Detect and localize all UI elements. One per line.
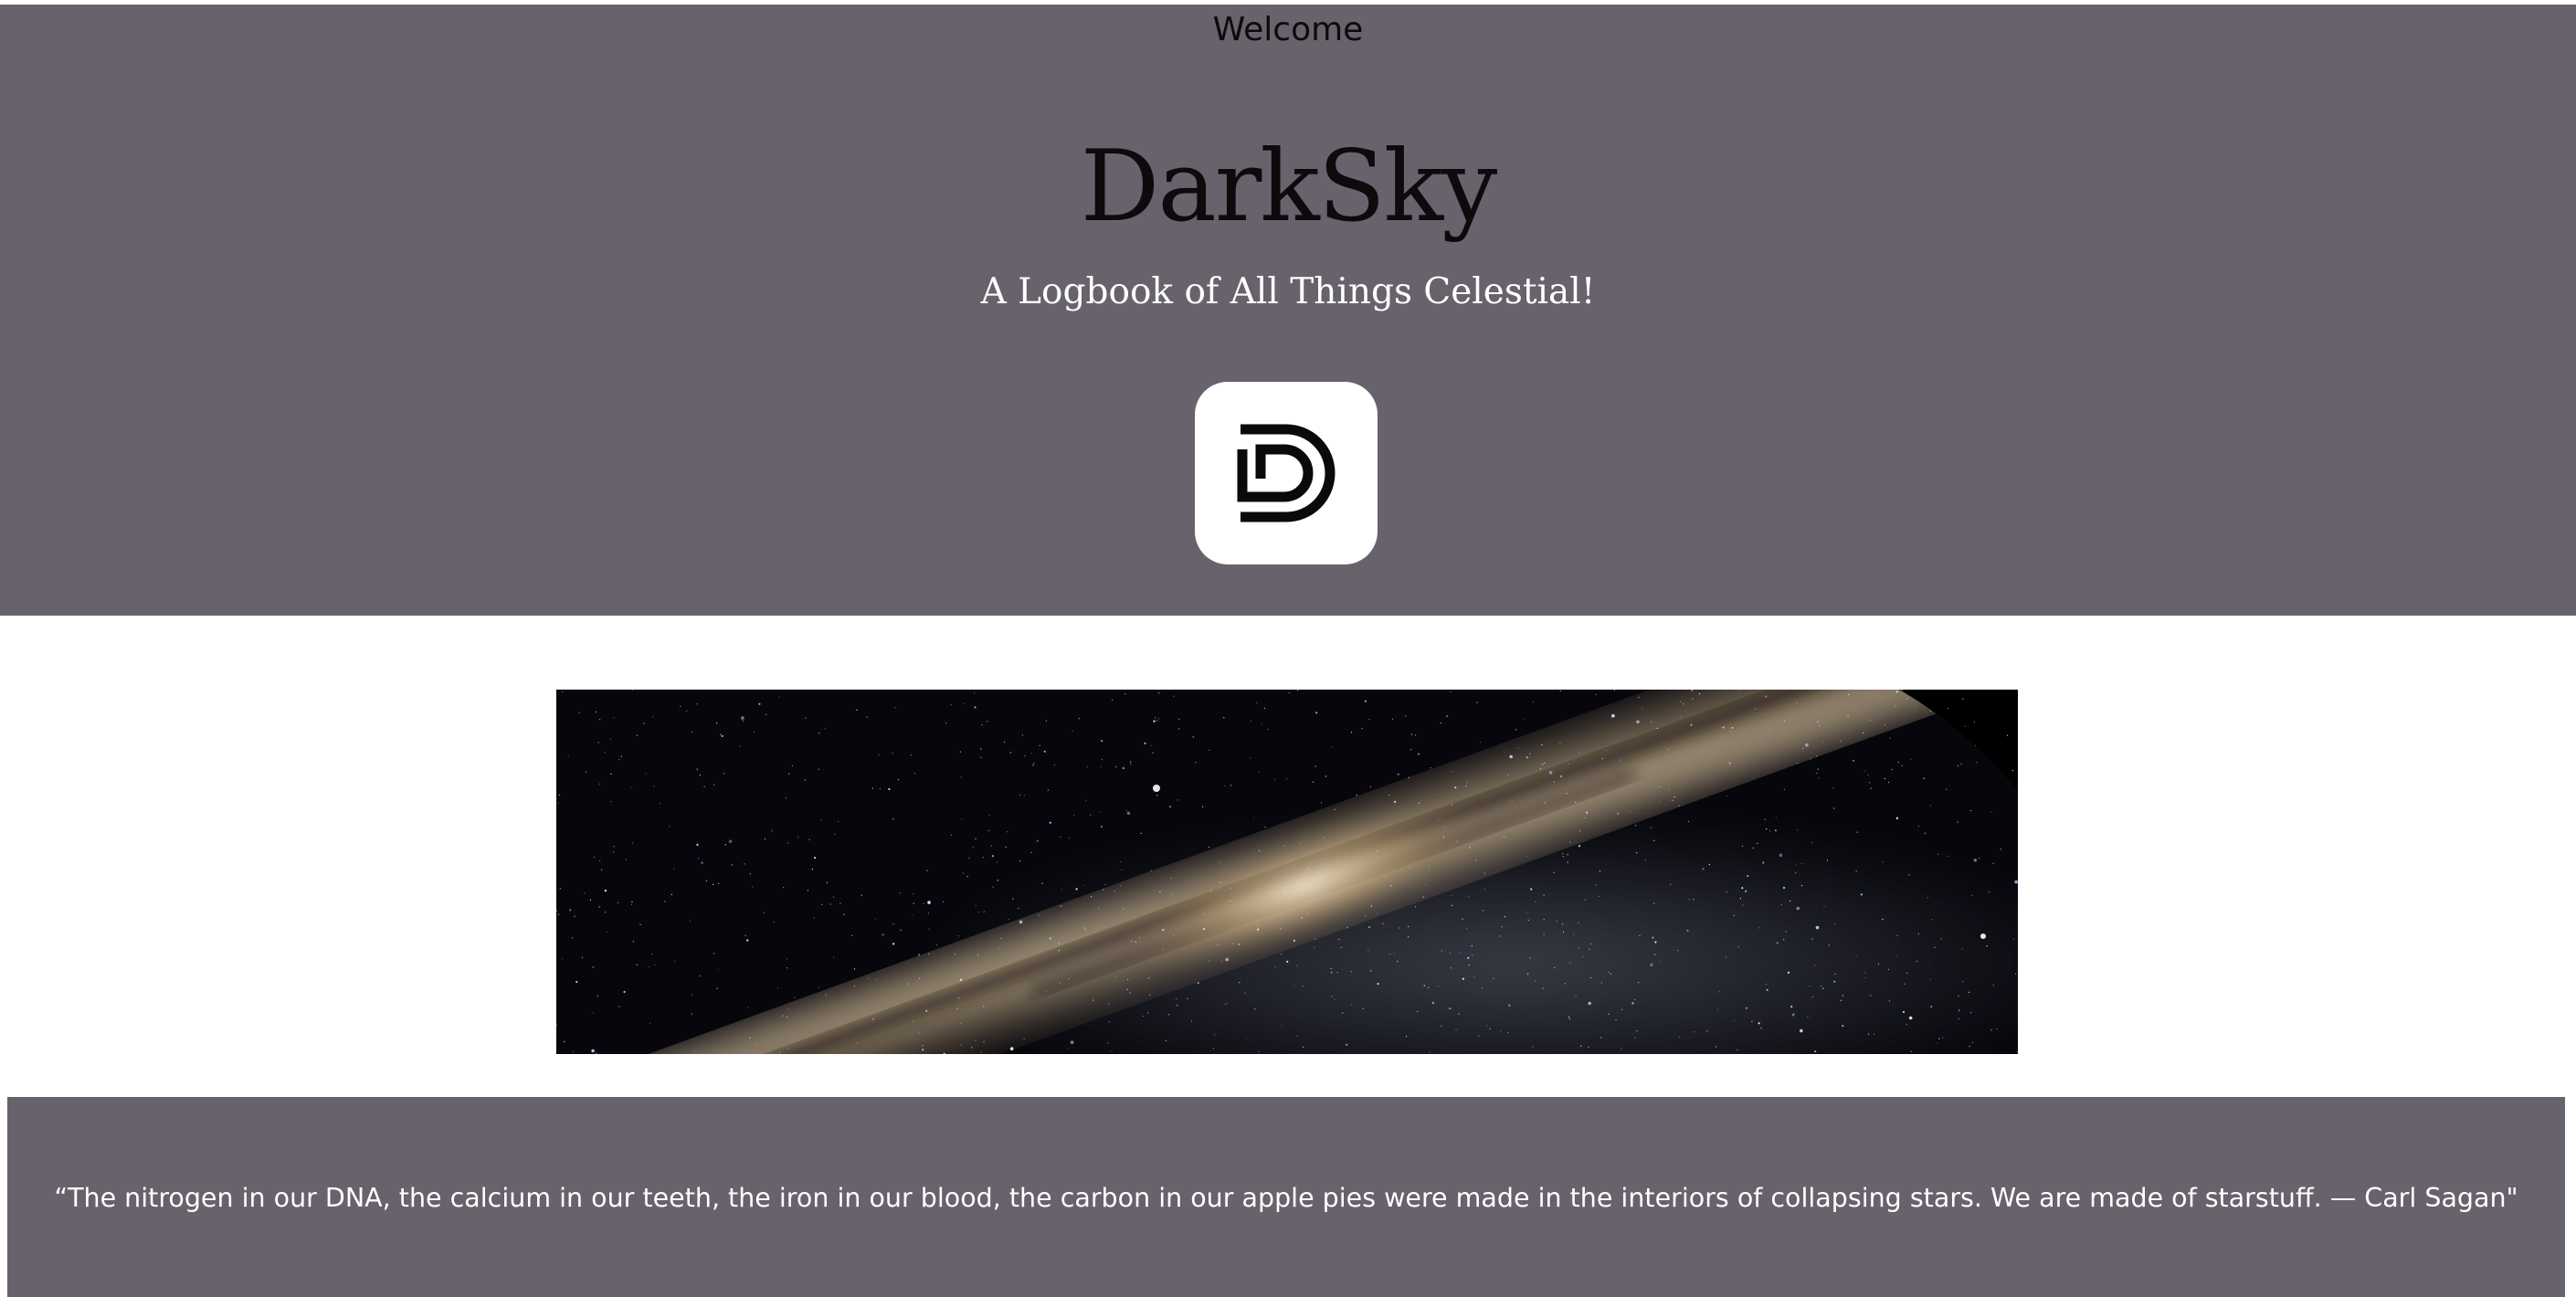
carl-sagan-quote: “The nitrogen in our DNA, the calcium in… [54,1183,2518,1213]
darksky-d-logo-icon [1195,382,1378,564]
welcome-heading: Welcome [1212,11,1364,48]
brand-title: DarkSky [1080,130,1498,244]
milky-way-image [556,690,2018,1054]
quote-footer: “The nitrogen in our DNA, the calcium in… [7,1097,2565,1297]
tagline: A Logbook of All Things Celestial! [980,271,1596,312]
site-header: Welcome DarkSky A Logbook of All Things … [0,5,2576,616]
